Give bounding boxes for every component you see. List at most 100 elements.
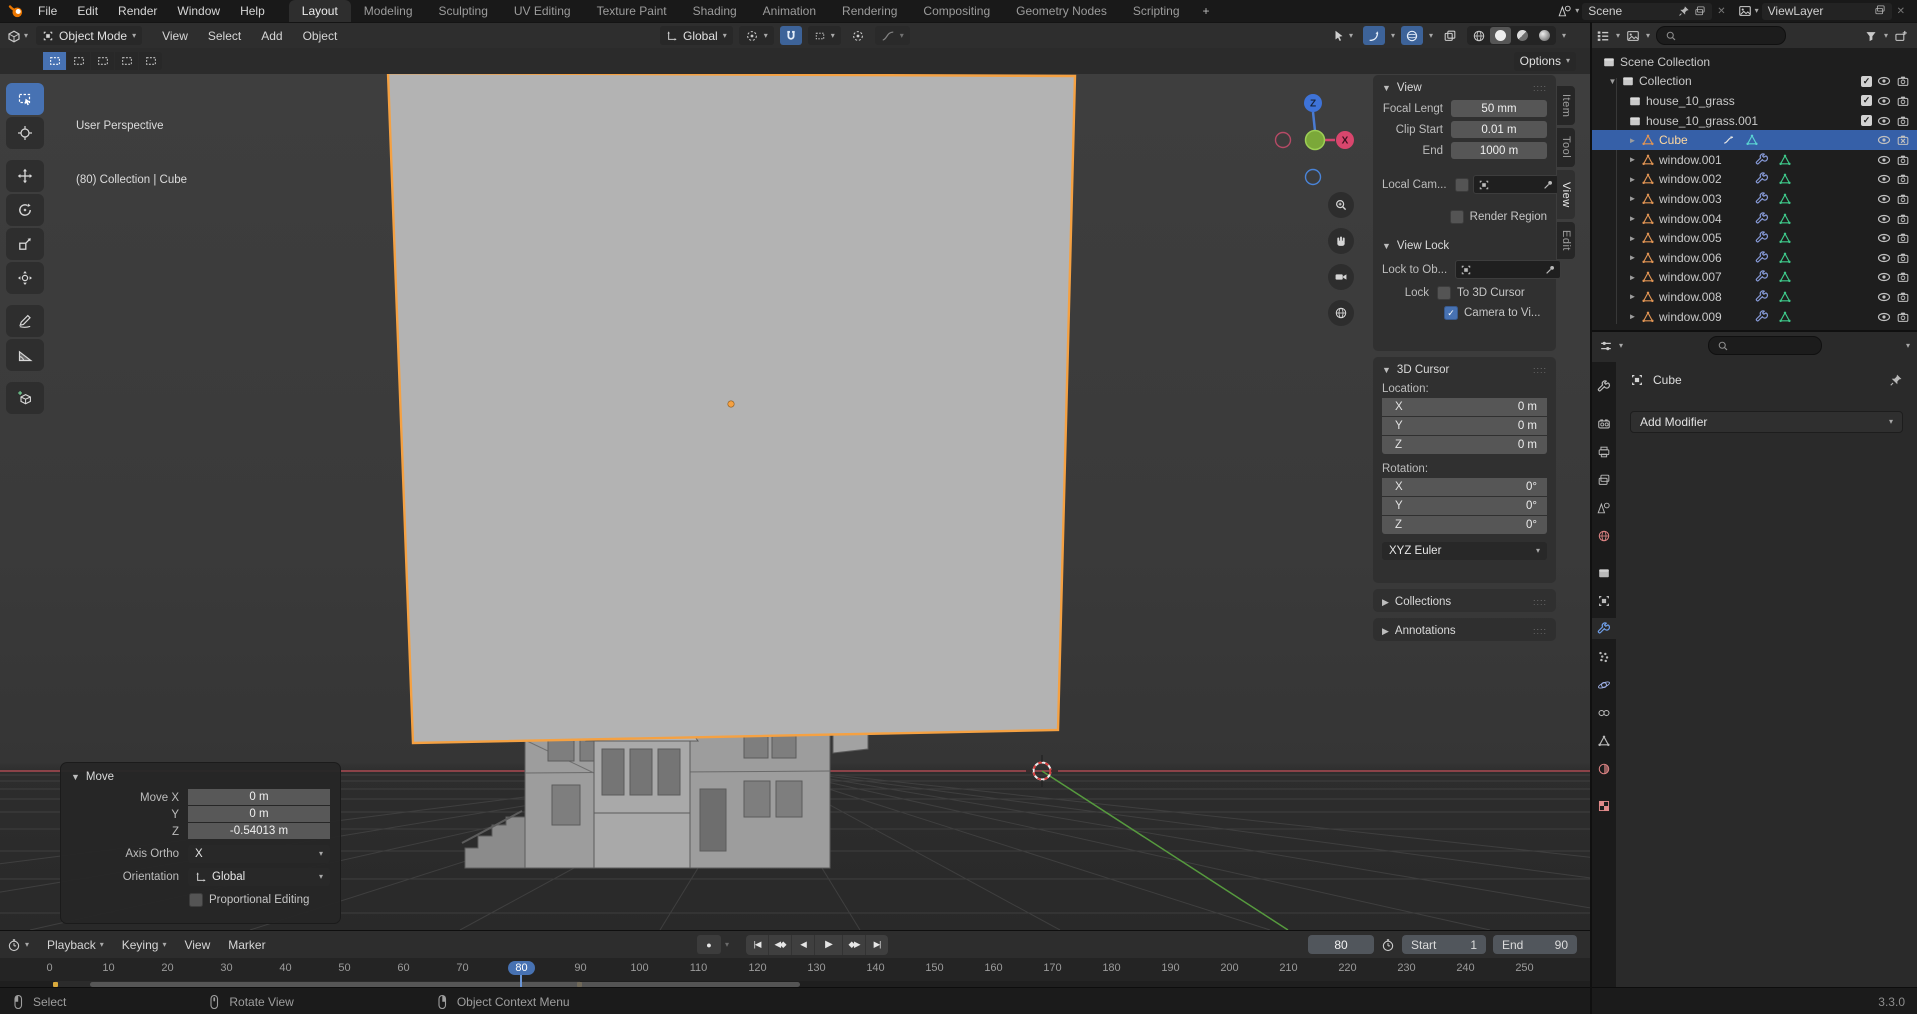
outliner-row[interactable]: ▼ ► Collection ✓ (1592, 72, 1917, 92)
add-workspace-button[interactable]: + (1193, 0, 1220, 22)
eyedropper-icon[interactable] (1544, 264, 1556, 276)
render-camera-icon[interactable] (1896, 172, 1910, 186)
timeline-menu-item[interactable]: Marker▾ (219, 938, 274, 952)
pin-icon[interactable] (1678, 5, 1690, 17)
expand-arrow[interactable]: ► (1626, 234, 1639, 243)
move-field-value[interactable]: -0.54013 m (188, 823, 330, 839)
timeline-menu-item[interactable]: Keying ▾ (113, 938, 176, 952)
transform-tool[interactable] (6, 262, 44, 294)
outliner-display-mode-icon[interactable] (1596, 29, 1610, 43)
properties-search-input[interactable] (1707, 336, 1822, 355)
tab-constraints[interactable] (1592, 702, 1616, 723)
camera-view-button[interactable] (1328, 264, 1354, 290)
render-camera-icon[interactable] (1896, 251, 1910, 265)
panel-grip[interactable]: :::: (1533, 626, 1547, 636)
eyedropper-icon[interactable] (1542, 179, 1554, 191)
menu-item[interactable]: File (28, 0, 67, 22)
measure-tool[interactable] (6, 339, 44, 371)
rotation-mode-dropdown[interactable]: XYZ Euler ▾ (1382, 542, 1547, 560)
options-dropdown[interactable]: Options ▾ (1513, 51, 1576, 71)
proportional-editing-toggle[interactable] (847, 26, 869, 45)
select-mode-button[interactable] (91, 52, 114, 70)
tab-texture[interactable] (1592, 795, 1616, 816)
n-panel-tab[interactable]: Edit (1557, 222, 1575, 260)
current-frame-field[interactable]: 80 (1308, 935, 1374, 954)
expand-arrow[interactable]: ► (1626, 214, 1639, 223)
orientation-dropdown[interactable]: Global ▾ (660, 26, 733, 45)
outliner-filter-id-icon[interactable] (1626, 29, 1640, 43)
outliner-item-label[interactable]: house_10_grass (1646, 94, 1735, 108)
outliner-row[interactable]: ▼ ► house_10_grass ✓ (1592, 91, 1917, 111)
zoom-button[interactable] (1328, 192, 1354, 218)
workspace-tab[interactable]: Layout (288, 0, 351, 22)
menu-item[interactable]: Window (167, 0, 230, 22)
toggle-perspective-button[interactable] (1328, 300, 1354, 326)
annotate-tool[interactable] (6, 305, 44, 337)
expand-arrow[interactable]: ► (1626, 175, 1639, 184)
outliner-item-label[interactable]: window.003 (1659, 192, 1722, 206)
tab-object-data[interactable] (1592, 730, 1616, 751)
expand-arrow[interactable]: ► (1626, 253, 1639, 262)
panel-grip[interactable]: :::: (1533, 83, 1547, 93)
rotate-tool[interactable] (6, 194, 44, 226)
panel-divider-vertical[interactable] (1590, 22, 1592, 1014)
frame-end-field[interactable]: End 90 (1493, 935, 1577, 954)
outliner-row[interactable]: ▼ ► window.002 ✓ (1592, 170, 1917, 190)
workspace-tab[interactable]: Animation (750, 0, 829, 22)
outliner-item-label[interactable]: Collection (1639, 74, 1692, 88)
expand-arrow[interactable]: ▼ (1606, 77, 1619, 86)
visibility-eye-icon[interactable] (1877, 212, 1891, 226)
render-camera-icon[interactable] (1896, 153, 1910, 167)
tab-output[interactable] (1592, 441, 1616, 462)
mode-dropdown[interactable]: Object Mode ▾ (36, 26, 143, 45)
outliner-item-label[interactable]: window.001 (1659, 153, 1722, 167)
visibility-eye-icon[interactable] (1877, 192, 1891, 206)
snap-settings-dropdown[interactable]: ▾ (807, 26, 841, 45)
workspace-tab[interactable]: Compositing (910, 0, 1003, 22)
cursor-tool[interactable] (6, 117, 44, 149)
outliner-item-label[interactable]: window.004 (1659, 212, 1722, 226)
keying-set-chevron[interactable]: ▾ (725, 940, 729, 949)
outliner-row[interactable]: ▼ ► window.006 ✓ (1592, 248, 1917, 268)
cursor-collapse-chevron[interactable]: ▼ (1382, 365, 1391, 375)
use-preview-range-icon[interactable] (1381, 938, 1395, 952)
tab-view-layer[interactable] (1592, 469, 1616, 490)
outliner-item-label[interactable]: Scene Collection (1620, 55, 1710, 69)
xray-toggle[interactable] (1439, 26, 1461, 45)
workspace-tab[interactable]: Texture Paint (584, 0, 680, 22)
render-camera-icon[interactable] (1896, 74, 1910, 88)
visibility-eye-icon[interactable] (1877, 172, 1891, 186)
render-region-checkbox[interactable] (1449, 210, 1464, 224)
workspace-tab[interactable]: Shading (680, 0, 750, 22)
properties-editor-icon[interactable] (1599, 339, 1613, 353)
visibility-eye-icon[interactable] (1877, 270, 1891, 284)
panel-grip[interactable]: :::: (1533, 597, 1547, 607)
render-camera-icon[interactable] (1896, 114, 1910, 128)
viewport-menu-item[interactable]: Object (293, 25, 348, 47)
expand-arrow[interactable]: ► (1626, 136, 1639, 145)
expand-arrow[interactable]: ► (1626, 194, 1639, 203)
expand-arrow[interactable]: ► (1626, 273, 1639, 282)
timeline-menu-item[interactable]: View▾ (175, 938, 219, 952)
select-mode-button[interactable] (67, 52, 90, 70)
exclude-checkbox[interactable]: ✓ (1861, 115, 1872, 127)
move-tool[interactable] (6, 160, 44, 192)
expand-arrow[interactable]: ► (1626, 155, 1639, 164)
render-camera-icon[interactable] (1896, 94, 1910, 108)
move-field-value[interactable]: 0 m (188, 789, 330, 805)
viewlayer-browse-chevron[interactable]: ▾ (1755, 7, 1759, 15)
outliner-id-chevron[interactable]: ▾ (1646, 31, 1650, 40)
n-panel-tab[interactable]: Item (1557, 86, 1575, 126)
selected-cube[interactable] (386, 73, 1077, 745)
outliner-row[interactable]: ▼ ► window.005 ✓ (1592, 228, 1917, 248)
proportional-editing-checkbox[interactable] (189, 893, 203, 907)
tab-object[interactable] (1592, 590, 1616, 611)
house-model[interactable] (461, 724, 869, 869)
outliner-display-chevron[interactable]: ▾ (1616, 31, 1620, 40)
cursor-rotation-field[interactable]: Z 0° (1382, 516, 1547, 534)
visibility-eye-icon[interactable] (1877, 251, 1891, 265)
cursor-rotation-field[interactable]: Y 0° (1382, 497, 1547, 515)
render-disabled-icon[interactable] (1896, 133, 1910, 147)
3d-viewport[interactable]: Z X User Perspective (80) Collection | C… (0, 73, 1590, 930)
workspace-tab[interactable]: Sculpting (426, 0, 501, 22)
